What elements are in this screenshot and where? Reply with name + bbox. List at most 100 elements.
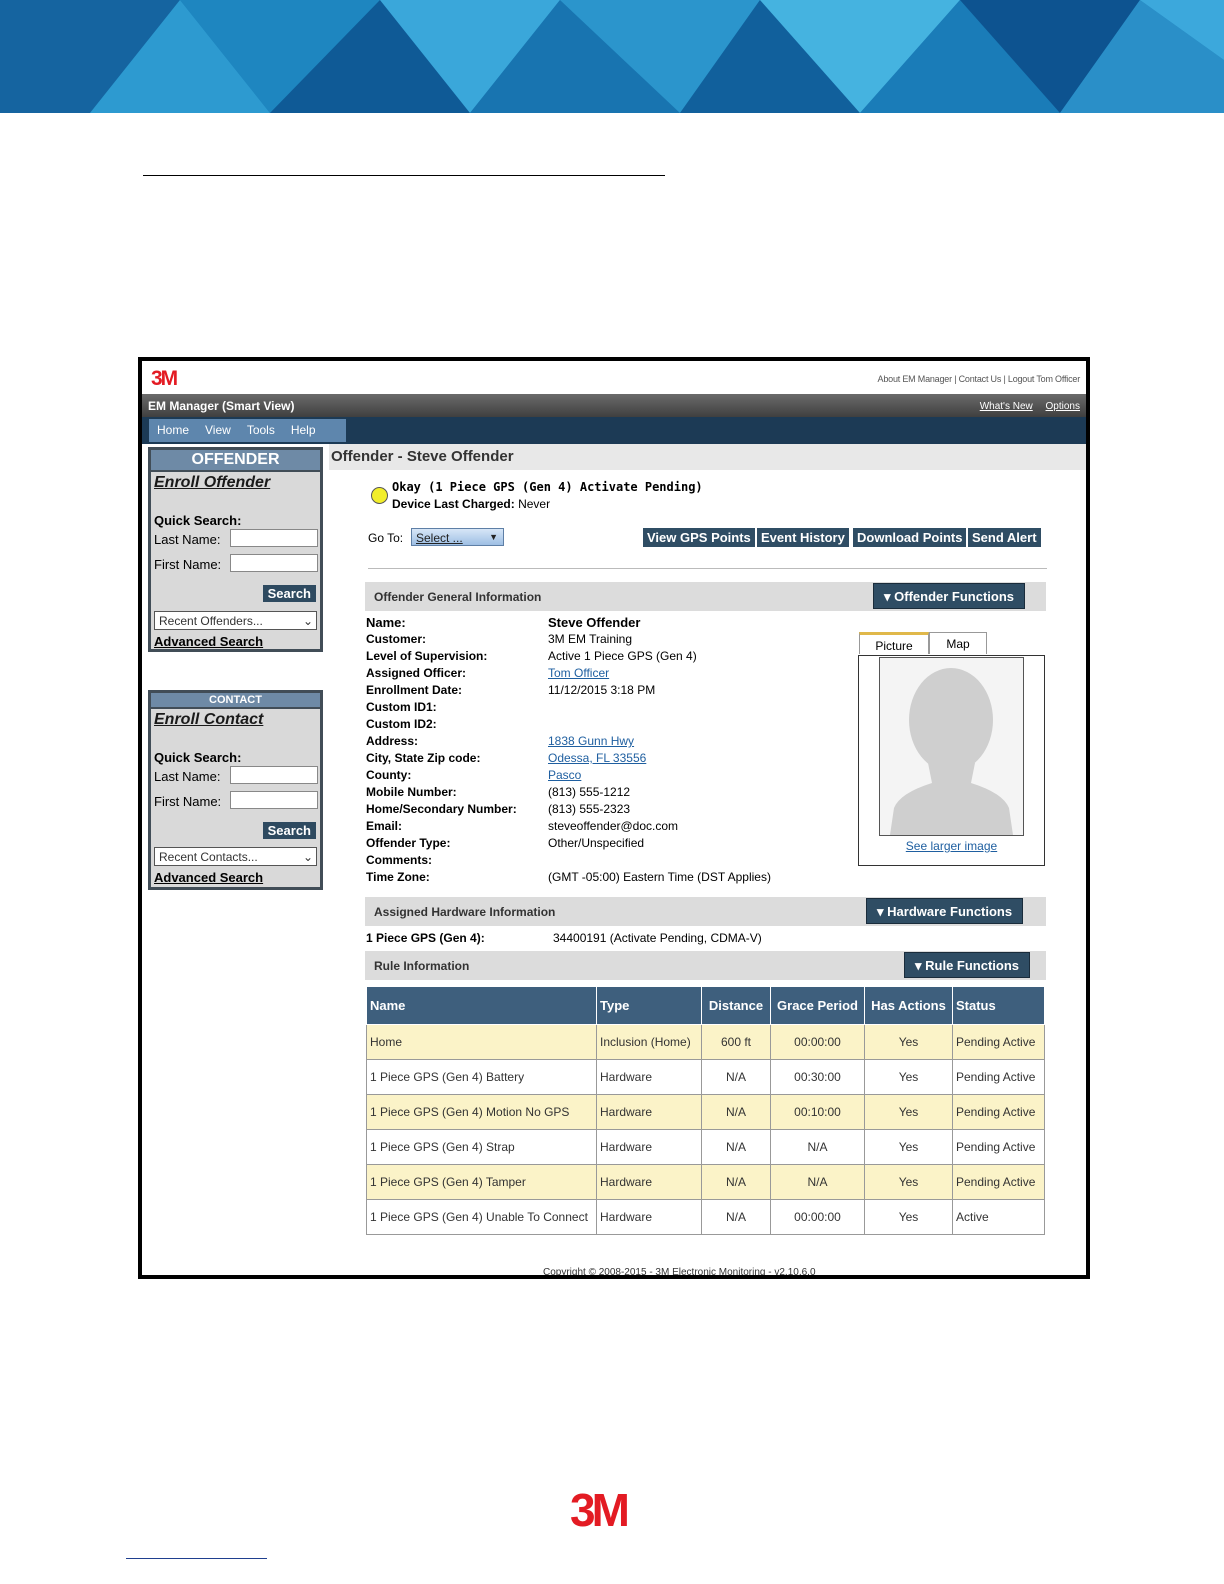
- city-link[interactable]: Odessa, FL 33556: [548, 751, 646, 765]
- title-bar: EM Manager (Smart View) What's New Optio…: [142, 394, 1086, 417]
- offender-last-name-label: Last Name:: [154, 532, 221, 547]
- device-charged-label: Device Last Charged:: [392, 497, 515, 511]
- goto-label: Go To:: [368, 531, 404, 545]
- hardware-functions-label: Hardware Functions: [887, 904, 1013, 919]
- rules-header-row: Name Type Distance Grace Period Has Acti…: [366, 986, 1045, 1025]
- rule-functions-button[interactable]: ▾ Rule Functions: [904, 952, 1031, 978]
- offender-functions-button[interactable]: ▾ Offender Functions: [873, 583, 1026, 609]
- contact-panel: CONTACT Enroll Contact Quick Search: Las…: [148, 690, 323, 890]
- col-grace-period[interactable]: Grace Period: [770, 986, 865, 1025]
- recent-offenders-value: Recent Offenders...: [159, 614, 263, 628]
- main-menu: Home View Tools Help: [149, 419, 346, 442]
- copyright: Copyright © 2008-2015 - 3M Electronic Mo…: [543, 1267, 816, 1278]
- nav-bar: Home View Tools Help: [142, 417, 1086, 444]
- table-row[interactable]: 1 Piece GPS (Gen 4) Tamper Hardware N/A N/A…: [366, 1164, 1045, 1200]
- contact-first-name-label: First Name:: [154, 794, 222, 809]
- send-alert-button[interactable]: Send Alert: [968, 528, 1041, 547]
- tab-picture[interactable]: Picture: [859, 632, 929, 654]
- contact-first-name-input[interactable]: [230, 791, 318, 809]
- 3m-logo-text: 3M: [151, 368, 178, 387]
- offender-panel: OFFENDER Enroll Offender Quick Search: L…: [148, 447, 323, 652]
- enroll-contact-link[interactable]: Enroll Contact: [154, 711, 320, 729]
- table-row[interactable]: 1 Piece GPS (Gen 4) Unable To Connect Har…: [366, 1199, 1045, 1235]
- top-links[interactable]: About EM Manager | Contact Us | Logout T…: [878, 374, 1081, 384]
- menu-help[interactable]: Help: [283, 419, 324, 442]
- table-row[interactable]: 1 Piece GPS (Gen 4) Battery Hardware N/A 00…: [366, 1059, 1045, 1095]
- see-larger-image-link[interactable]: See larger image: [859, 839, 1044, 853]
- enroll-offender-link[interactable]: Enroll Offender: [154, 474, 320, 492]
- page-header: Offender - Steve Offender: [329, 444, 1086, 470]
- col-distance[interactable]: Distance: [701, 986, 771, 1025]
- header-banner: [0, 0, 1224, 113]
- offender-first-name-input[interactable]: [230, 554, 318, 572]
- 3m-footer-logo: 3M: [570, 1488, 632, 1530]
- contact-last-name-input[interactable]: [230, 766, 318, 784]
- hardware-section-title: Assigned Hardware Information: [374, 905, 556, 919]
- download-points-button[interactable]: Download Points: [853, 528, 967, 547]
- contact-last-name-row: Last Name:: [151, 765, 320, 790]
- table-row[interactable]: 1 Piece GPS (Gen 4) Motion No GPS Hardwar…: [366, 1094, 1045, 1130]
- picture-panel: See larger image: [858, 655, 1045, 866]
- 3m-logo: 3M: [151, 368, 180, 387]
- goto-select[interactable]: Select ... ▼: [411, 528, 504, 546]
- status-indicator-icon: [371, 487, 388, 504]
- hardware-functions-button[interactable]: ▾ Hardware Functions: [866, 898, 1024, 924]
- menu-tools[interactable]: Tools: [239, 419, 283, 442]
- address-link[interactable]: 1838 Gunn Hwy: [548, 734, 634, 748]
- col-name[interactable]: Name: [366, 986, 597, 1025]
- tab-map[interactable]: Map: [929, 632, 987, 654]
- county-link[interactable]: Pasco: [548, 768, 581, 782]
- 3m-footer-logo-text: 3M: [570, 1488, 628, 1530]
- divider: [368, 568, 1047, 569]
- recent-contacts-select[interactable]: Recent Contacts... ⌄: [154, 847, 317, 866]
- col-has-actions[interactable]: Has Actions: [864, 986, 953, 1025]
- offender-last-name-input[interactable]: [230, 529, 318, 547]
- rule-section-header: Rule Information ▾ Rule Functions: [365, 951, 1046, 980]
- event-history-button[interactable]: Event History: [757, 528, 849, 547]
- contact-search-button[interactable]: Search: [262, 822, 316, 839]
- device-charged: Device Last Charged: Never: [392, 497, 550, 511]
- offender-first-name-label: First Name:: [154, 557, 222, 572]
- goto-select-value: Select ...: [416, 531, 463, 545]
- rule-section-title: Rule Information: [374, 959, 470, 973]
- col-status[interactable]: Status: [952, 986, 1045, 1025]
- window-title: EM Manager (Smart View): [148, 399, 295, 413]
- offender-advanced-search-link[interactable]: Advanced Search: [154, 634, 263, 649]
- chevron-down-icon: ⌄: [302, 614, 313, 628]
- recent-contacts-value: Recent Contacts...: [159, 850, 258, 864]
- offender-panel-header: OFFENDER: [151, 450, 320, 472]
- menu-view[interactable]: View: [197, 419, 239, 442]
- hardware-label: 1 Piece GPS (Gen 4):: [366, 931, 485, 945]
- officer-link[interactable]: Tom Officer: [548, 666, 609, 680]
- general-info-section-header: Offender General Information ▾ Offender …: [365, 582, 1046, 611]
- rules-table: Name Type Distance Grace Period Has Acti…: [366, 986, 1045, 1235]
- recent-offenders-select[interactable]: Recent Offenders... ⌄: [154, 611, 317, 630]
- contact-first-name-row: First Name:: [151, 790, 320, 815]
- hardware-line: 1 Piece GPS (Gen 4): 34400191 (Activate …: [366, 931, 762, 945]
- table-row[interactable]: Home Inclusion (Home) 600 ft 00:00:00 Yes Pen…: [366, 1024, 1045, 1060]
- person-silhouette-icon: [880, 658, 1023, 835]
- whats-new-link[interactable]: What's New: [980, 401, 1033, 412]
- dropdown-arrow-icon: ▼: [489, 532, 498, 542]
- options-link[interactable]: Options: [1046, 401, 1080, 412]
- hardware-section-header: Assigned Hardware Information ▾ Hardware…: [365, 897, 1046, 926]
- contact-quick-search-label: Quick Search:: [154, 750, 242, 765]
- em-manager-screenshot: 3M About EM Manager | Contact Us | Logou…: [138, 357, 1090, 1279]
- col-type[interactable]: Type: [596, 986, 702, 1025]
- menu-home[interactable]: Home: [149, 419, 197, 442]
- page-title: Offender - Steve Offender: [331, 448, 514, 465]
- footer-rule: [126, 1558, 267, 1559]
- offender-search-button[interactable]: Search: [262, 585, 316, 602]
- header-rule: [143, 175, 665, 176]
- view-gps-points-button[interactable]: View GPS Points: [643, 528, 755, 547]
- table-row[interactable]: 1 Piece GPS (Gen 4) Strap Hardware N/A N/A Y…: [366, 1129, 1045, 1165]
- general-info-title: Offender General Information: [374, 590, 542, 604]
- offender-quick-search-label: Quick Search:: [154, 513, 242, 528]
- chevron-down-icon: ⌄: [302, 850, 313, 864]
- offender-functions-label: Offender Functions: [894, 589, 1015, 604]
- contact-advanced-search-link[interactable]: Advanced Search: [154, 870, 263, 885]
- hardware-value: 34400191 (Activate Pending, CDMA-V): [553, 931, 762, 945]
- rule-functions-label: Rule Functions: [925, 958, 1020, 973]
- offender-photo: [879, 657, 1024, 836]
- offender-last-name-row: Last Name:: [151, 528, 320, 553]
